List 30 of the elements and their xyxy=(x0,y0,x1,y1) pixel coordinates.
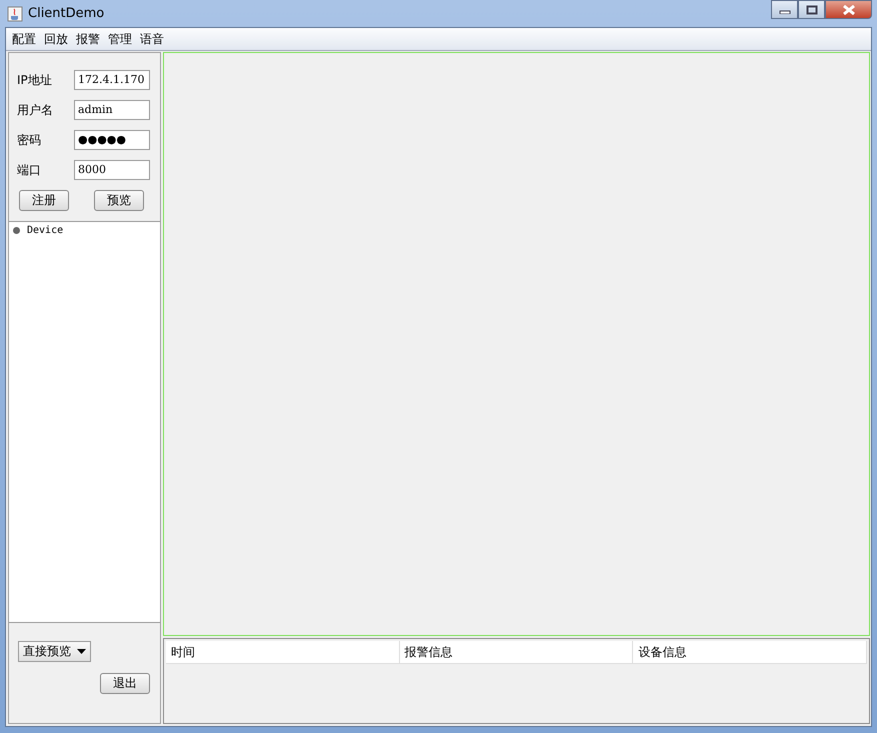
input-field[interactable]: 8000 xyxy=(74,160,150,180)
column-header: 设备信息 xyxy=(633,641,868,663)
login-button[interactable]: 预览 xyxy=(94,190,144,211)
close-button[interactable] xyxy=(825,0,872,19)
node-icon xyxy=(13,227,20,234)
column-header: 报警信息 xyxy=(400,641,634,663)
input-field[interactable]: ●●●●● xyxy=(74,130,150,150)
maximize-icon xyxy=(806,4,818,14)
field-label: 密码 xyxy=(17,132,41,148)
field-label: 端口 xyxy=(17,162,41,178)
exit-button[interactable]: 退出 xyxy=(100,673,150,694)
menu-item[interactable]: 语音 xyxy=(137,30,167,48)
field-label: 用户名 xyxy=(17,102,53,118)
window-title: ClientDemo xyxy=(28,6,104,21)
menu-item[interactable]: 报警 xyxy=(73,30,103,48)
input-field[interactable]: 172.4.1.170 xyxy=(74,70,150,90)
column-header: 时间 xyxy=(166,641,400,663)
caret-icon xyxy=(77,649,86,654)
java-cup-icon xyxy=(7,6,23,22)
close-icon xyxy=(842,4,856,14)
preview-mode-dropdown[interactable]: 直接预览 xyxy=(18,641,91,662)
menu-item[interactable]: 回放 xyxy=(41,30,71,48)
menu-item[interactable]: 配置 xyxy=(9,30,39,48)
minimize-button[interactable] xyxy=(771,0,798,19)
tree-node[interactable]: Device xyxy=(27,225,64,236)
field-label: IP地址 xyxy=(17,72,52,88)
input-field[interactable]: admin xyxy=(74,100,150,120)
maximize-button[interactable] xyxy=(798,0,825,19)
login-button[interactable]: 注册 xyxy=(19,190,69,211)
menu-item[interactable]: 管理 xyxy=(105,30,135,48)
